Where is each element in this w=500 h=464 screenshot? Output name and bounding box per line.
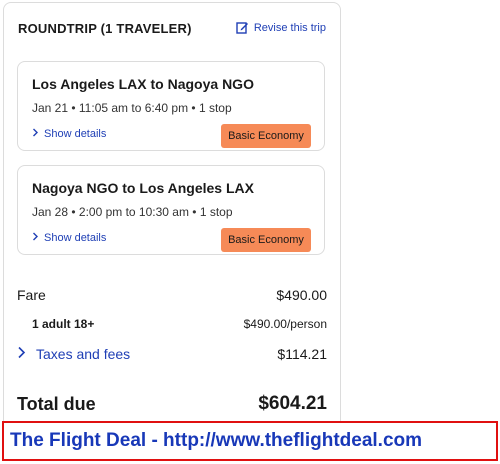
revise-trip-link[interactable]: Revise this trip: [236, 21, 326, 34]
edit-icon: [236, 21, 249, 34]
fare-class-badge: Basic Economy: [221, 124, 311, 148]
show-details-label[interactable]: Show details: [44, 232, 106, 244]
fare-label: Fare: [17, 287, 46, 303]
flight-details-summary: Jan 28 • 2:00 pm to 10:30 am • 1 stop: [32, 205, 233, 219]
adult-label: 1 adult 18+: [32, 317, 95, 331]
flight-route: Los Angeles LAX to Nagoya NGO: [32, 76, 254, 92]
show-details-label[interactable]: Show details: [44, 128, 106, 140]
trip-header: ROUNDTRIP (1 TRAVELER) Revise this trip: [18, 21, 328, 41]
trip-title: ROUNDTRIP (1 TRAVELER): [18, 21, 192, 36]
screenshot-stage: ROUNDTRIP (1 TRAVELER) Revise this trip …: [0, 0, 500, 464]
total-label: Total due: [17, 393, 96, 414]
fare-class-badge: Basic Economy: [221, 228, 311, 252]
taxes-row: Taxes and fees $114.21: [17, 346, 327, 362]
total-value: $604.21: [258, 393, 327, 414]
chevron-right-icon: [32, 232, 39, 244]
revise-trip-label[interactable]: Revise this trip: [254, 22, 326, 34]
flight-card-return: Nagoya NGO to Los Angeles LAX Jan 28 • 2…: [17, 165, 325, 255]
watermark-banner: The Flight Deal - http://www.theflightde…: [2, 421, 498, 461]
chevron-right-icon: [17, 346, 26, 362]
adult-value: $490.00/person: [243, 317, 327, 331]
trip-summary-panel: ROUNDTRIP (1 TRAVELER) Revise this trip …: [3, 2, 341, 432]
show-details-button[interactable]: Show details: [32, 128, 106, 140]
flight-route: Nagoya NGO to Los Angeles LAX: [32, 180, 254, 196]
taxes-and-fees-toggle[interactable]: Taxes and fees: [17, 346, 130, 362]
chevron-right-icon: [32, 128, 39, 140]
taxes-value: $114.21: [277, 346, 327, 362]
fare-row: Fare $490.00: [17, 287, 327, 303]
fare-value: $490.00: [276, 287, 327, 303]
total-row: Total due $604.21: [17, 393, 327, 415]
flight-card-outbound: Los Angeles LAX to Nagoya NGO Jan 21 • 1…: [17, 61, 325, 151]
flight-details-summary: Jan 21 • 11:05 am to 6:40 pm • 1 stop: [32, 101, 232, 115]
adult-fare-row: 1 adult 18+ $490.00/person: [17, 317, 327, 331]
show-details-button[interactable]: Show details: [32, 232, 106, 244]
banner-text: The Flight Deal - http://www.theflightde…: [10, 430, 423, 451]
taxes-label[interactable]: Taxes and fees: [36, 346, 130, 362]
